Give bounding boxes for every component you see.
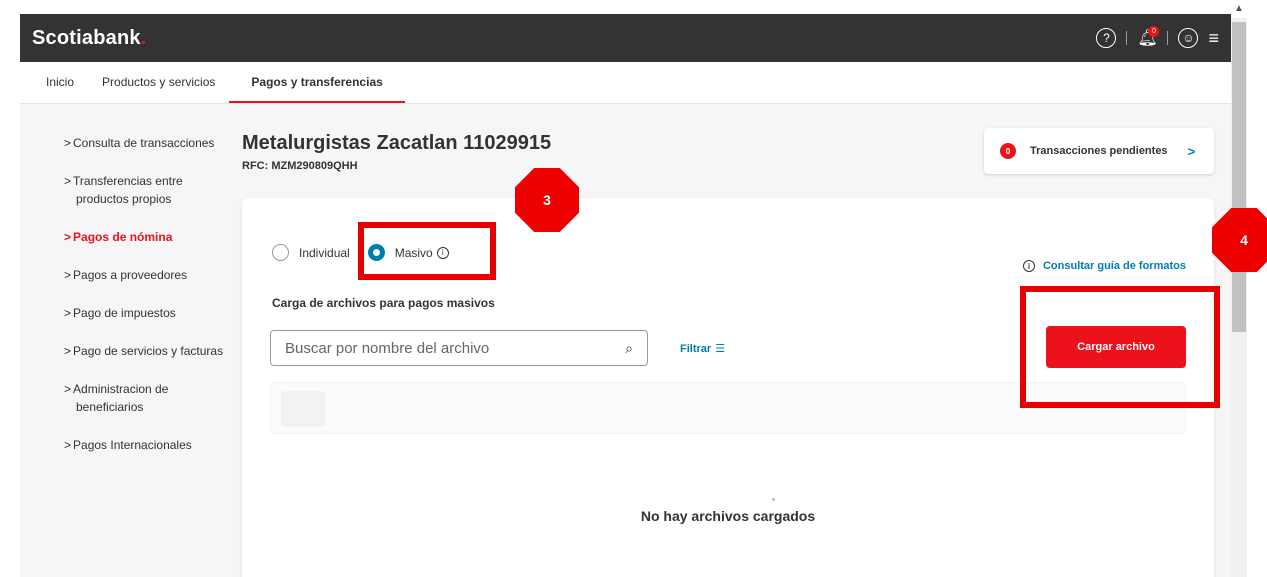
info-icon: i (1022, 260, 1035, 272)
upload-section-title: Carga de archivos para pagos masivos (272, 296, 495, 310)
file-search-input[interactable] (285, 339, 585, 357)
notification-badge: 0 (1148, 26, 1160, 37)
chevron-right-icon: > (64, 230, 72, 244)
chevron-right-icon: > (1187, 143, 1196, 159)
annotation-highlight-upload (1020, 286, 1220, 408)
rfc-label: RFC: MZM290809QHH (242, 160, 358, 172)
sidebar-item-pagos-nomina[interactable]: > Pagos de nómina (64, 228, 244, 246)
sidebar-item-consulta[interactable]: > Consulta de transacciones (64, 134, 244, 152)
user-profile-icon[interactable]: ☺︎ (1178, 28, 1199, 48)
sidebar-item-servicios-facturas[interactable]: > Pago de servicios y facturas (64, 342, 244, 360)
pending-transactions-button[interactable]: 0 Transacciones pendientes > (984, 128, 1214, 174)
sidebar-item-beneficiarios[interactable]: > Administracion de beneficiarios (64, 380, 244, 416)
chevron-right-icon: > (64, 344, 72, 358)
header-actions: ? 🔔︎ 0 ☺︎ ≡ (1096, 26, 1219, 48)
file-search-box[interactable]: ⌕ (270, 330, 648, 366)
help-icon[interactable]: ? (1096, 28, 1117, 48)
search-icon[interactable]: ⌕ (625, 340, 633, 357)
placeholder-thumbnail (281, 391, 325, 427)
pending-count-badge: 0 (1000, 143, 1016, 159)
annotation-highlight-masivo (358, 222, 496, 280)
radio-individual-label[interactable]: Individual (299, 246, 350, 260)
chevron-right-icon: > (64, 174, 72, 188)
radio-individual[interactable] (272, 244, 289, 261)
notifications-bell-icon[interactable]: 🔔︎ 0 (1137, 26, 1160, 48)
sidebar-item-proveedores[interactable]: > Pagos a proveedores (64, 266, 244, 284)
filter-label: Filtrar (680, 342, 712, 355)
divider (1167, 31, 1169, 45)
page-scrollbar[interactable]: ▲ (1231, 0, 1267, 577)
nav-pagos-transferencias[interactable]: Pagos y transferencias (229, 62, 405, 103)
loading-dot (772, 498, 775, 501)
empty-state-message: No hay archivos cargados (640, 508, 816, 524)
scotiabank-logo[interactable]: Scotiabank. (32, 27, 146, 50)
sidebar-item-impuestos[interactable]: > Pago de impuestos (64, 304, 244, 322)
chevron-right-icon: > (64, 268, 72, 282)
scroll-up-arrow-icon[interactable]: ▲ (1231, 0, 1247, 18)
pending-label: Transacciones pendientes (1030, 145, 1168, 157)
nav-productos-servicios[interactable]: Productos y servicios (88, 62, 229, 103)
scroll-thumb[interactable] (1232, 22, 1246, 332)
divider (1126, 31, 1128, 45)
format-guide-label: Consultar guía de formatos (1042, 260, 1186, 272)
filter-sliders-icon: ☰ (715, 343, 726, 355)
chevron-right-icon: > (64, 438, 72, 452)
sidebar-menu: > Consulta de transacciones > Transferenci… (64, 134, 244, 474)
hamburger-menu-icon[interactable]: ≡ (1208, 29, 1219, 47)
format-guide-link[interactable]: i Consultar guía de formatos (1019, 260, 1186, 272)
sidebar-item-internacionales[interactable]: > Pagos Internacionales (64, 436, 244, 454)
page-title: Metalurgistas Zacatlan 11029915 (242, 132, 552, 154)
sidebar-item-transferencias[interactable]: > Transferencias entre productos propios (64, 172, 244, 208)
chevron-right-icon: > (64, 306, 72, 320)
chevron-right-icon: > (64, 136, 72, 150)
main-nav: Inicio Productos y servicios Pagos y tra… (20, 62, 1231, 104)
nav-inicio[interactable]: Inicio (32, 62, 88, 103)
top-header: Scotiabank. ? 🔔︎ 0 ☺︎ ≡ (20, 14, 1231, 62)
filter-button[interactable]: Filtrar ☰ (680, 342, 726, 356)
chevron-right-icon: > (64, 382, 72, 396)
